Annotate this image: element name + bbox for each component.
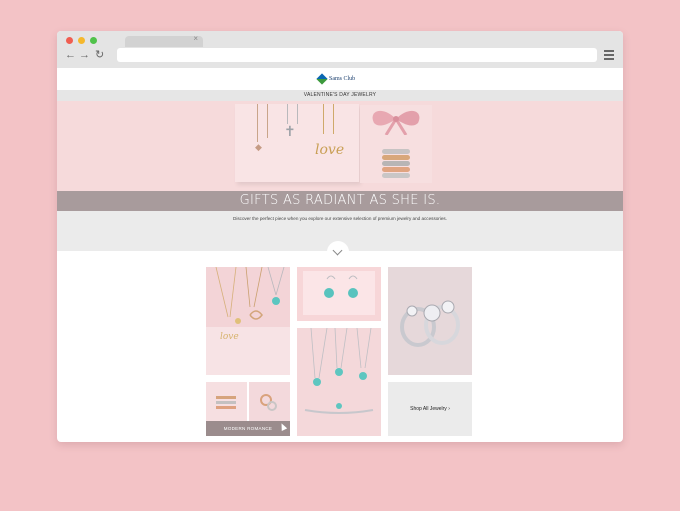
shop-all-label: Shop All Jewelry — [410, 406, 447, 412]
diamond-logo-icon — [316, 73, 328, 85]
site-logo[interactable]: Sams Club — [316, 73, 356, 85]
reload-icon[interactable]: ↻ — [95, 49, 104, 61]
rings-image — [400, 300, 460, 347]
brand-name: Sams Club — [329, 76, 356, 82]
ribbon-bow-icon — [372, 110, 420, 135]
modern-romance-caption[interactable]: MODERN ROMANCE — [206, 421, 290, 436]
scroll-down-button[interactable] — [327, 241, 349, 263]
tile-earrings[interactable] — [297, 267, 381, 321]
earrings-image — [303, 271, 375, 315]
necklaces-image: love — [206, 267, 290, 375]
turquoise-jewelry-image — [304, 328, 374, 414]
browser-tab[interactable]: × — [125, 34, 203, 47]
maximize-window-button[interactable] — [90, 37, 97, 44]
hamburger-menu-icon[interactable] — [604, 50, 614, 62]
tile-rings[interactable] — [388, 267, 472, 375]
forward-arrow-icon[interactable]: → — [79, 49, 90, 61]
tile-modern-romance[interactable]: MODERN ROMANCE — [206, 382, 290, 436]
tile-necklaces[interactable]: love — [206, 267, 290, 375]
minimize-window-button[interactable] — [78, 37, 85, 44]
arrow-right-icon: › — [448, 406, 450, 412]
tile-turquoise-set[interactable] — [297, 328, 381, 436]
svg-text:love: love — [220, 332, 239, 342]
category-title: VALENTINE'S DAY JEWELRY — [57, 90, 623, 101]
close-window-button[interactable] — [66, 37, 73, 44]
intro-text: Discover the perfect piece when you expl… — [233, 216, 447, 221]
tab-close-icon[interactable]: × — [193, 34, 198, 43]
love-pendant: love — [315, 142, 345, 158]
tile-shop-all[interactable]: Shop All Jewelry › — [388, 382, 472, 436]
jewelry-display-box: ◆ ✝ love — [235, 104, 359, 182]
address-bar[interactable] — [117, 48, 597, 62]
site-header: Sams Club — [57, 68, 623, 90]
browser-window: × ← → ↻ Sams Club VALENTINE'S DAY JEWELR… — [57, 31, 623, 442]
hero-banner: ◆ ✝ love — [57, 101, 623, 191]
chevron-down-icon — [332, 245, 343, 256]
gift-box — [360, 105, 432, 183]
back-arrow-icon[interactable]: ← — [65, 49, 76, 61]
intro-section: Discover the perfect piece when you expl… — [57, 211, 623, 263]
browser-toolbar: × ← → ↻ — [57, 31, 623, 68]
hero-headline: GIFTS AS RADIANT AS SHE IS. — [57, 191, 623, 211]
shop-all-jewelry-link[interactable]: Shop All Jewelry › — [388, 382, 472, 436]
